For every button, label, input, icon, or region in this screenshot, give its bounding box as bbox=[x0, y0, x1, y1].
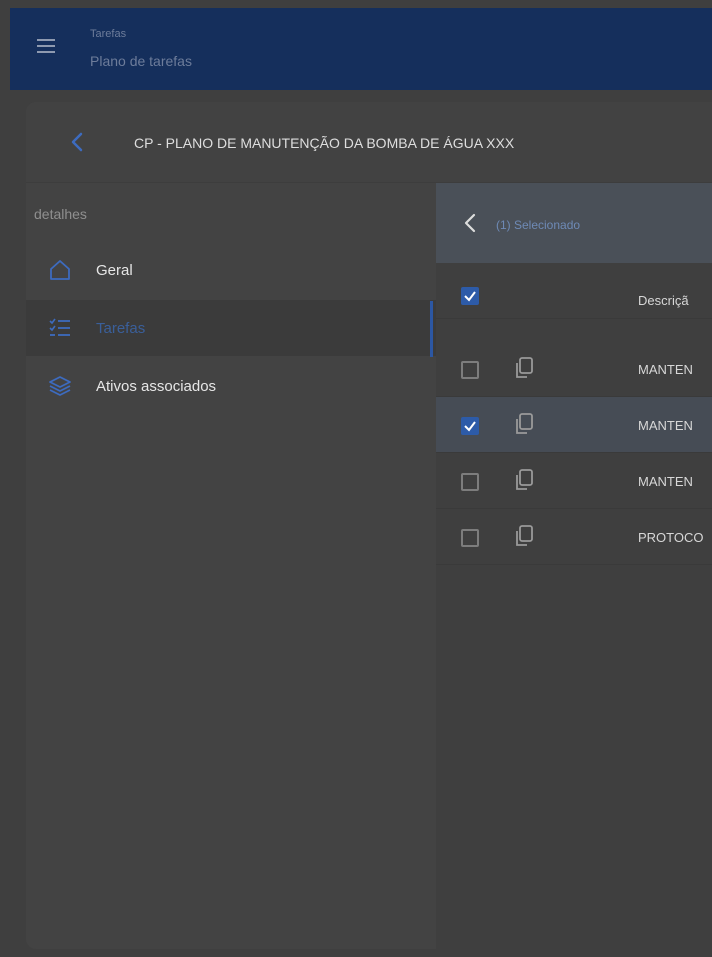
row-description: PROTOCO bbox=[638, 530, 704, 545]
page-title: CP - PLANO DE MANUTENÇÃO DA BOMBA DE ÁGU… bbox=[134, 135, 515, 151]
copy-icon[interactable] bbox=[511, 355, 537, 381]
row-description: MANTEN bbox=[638, 474, 693, 489]
back-arrow-icon[interactable] bbox=[463, 213, 477, 233]
table-row[interactable]: MANTEN bbox=[436, 397, 712, 453]
copy-icon[interactable] bbox=[511, 467, 537, 493]
sidebar-item-label: Tarefas bbox=[96, 320, 146, 337]
copy-icon[interactable] bbox=[511, 523, 537, 549]
select-all-checkbox[interactable] bbox=[461, 287, 479, 305]
section-label: detalhes bbox=[34, 206, 87, 222]
sidebar-item-label: Geral bbox=[96, 262, 133, 279]
tasks-table: (1) Selecionado Descriçã MANTEN MANTEN M… bbox=[436, 183, 712, 949]
active-indicator bbox=[430, 301, 433, 357]
column-header-descricao[interactable]: Descriçã bbox=[638, 293, 689, 308]
table-row[interactable]: MANTEN bbox=[436, 341, 712, 397]
row-checkbox[interactable] bbox=[461, 361, 479, 379]
header-subtitle: Plano de tarefas bbox=[90, 53, 192, 69]
sidebar-item-label: Ativos associados bbox=[96, 378, 217, 395]
check-icon bbox=[464, 421, 476, 432]
checklist-icon bbox=[49, 318, 70, 336]
back-arrow-icon[interactable] bbox=[68, 132, 86, 152]
row-checkbox[interactable] bbox=[461, 529, 479, 547]
copy-icon[interactable] bbox=[511, 411, 537, 437]
table-header-row: Descriçã bbox=[436, 263, 712, 319]
selection-count: (1) Selecionado bbox=[496, 218, 581, 232]
table-row[interactable]: PROTOCO bbox=[436, 509, 712, 565]
table-row[interactable]: MANTEN bbox=[436, 453, 712, 509]
layers-icon bbox=[49, 376, 71, 396]
row-description: MANTEN bbox=[638, 362, 693, 377]
menu-icon[interactable] bbox=[37, 39, 55, 53]
plan-detail-card: CP - PLANO DE MANUTENÇÃO DA BOMBA DE ÁGU… bbox=[26, 102, 712, 949]
details-sidebar: detalhes Geral Tarefas Ativos associados bbox=[26, 183, 436, 949]
selection-bar: (1) Selecionado bbox=[436, 183, 712, 263]
sidebar-item-geral[interactable]: Geral bbox=[26, 242, 436, 298]
row-checkbox[interactable] bbox=[461, 473, 479, 491]
sidebar-item-ativos-associados[interactable]: Ativos associados bbox=[26, 358, 436, 414]
home-icon bbox=[50, 260, 70, 280]
row-checkbox[interactable] bbox=[461, 417, 479, 435]
check-icon bbox=[464, 291, 476, 302]
sidebar-item-tarefas[interactable]: Tarefas bbox=[26, 300, 436, 356]
row-description: MANTEN bbox=[638, 418, 693, 433]
app-header: Tarefas Plano de tarefas bbox=[10, 8, 712, 90]
title-bar: CP - PLANO DE MANUTENÇÃO DA BOMBA DE ÁGU… bbox=[26, 102, 712, 183]
header-section: Tarefas bbox=[90, 28, 127, 40]
